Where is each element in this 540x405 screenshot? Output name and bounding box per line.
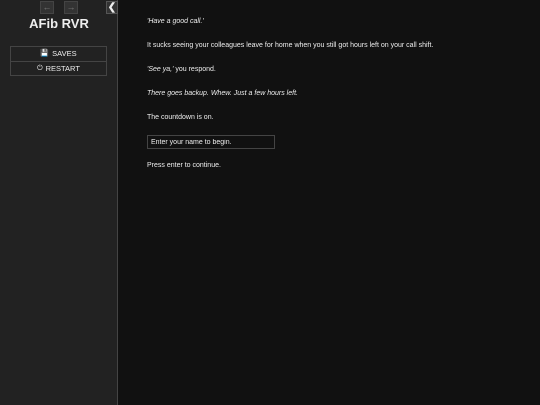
story-title: AFib RVR — [29, 16, 89, 31]
passage-respond-text: you respond. — [173, 66, 216, 73]
passage-line-farewell: 'Have a good call.' — [147, 18, 204, 25]
name-input[interactable] — [147, 135, 275, 149]
sidebar: ← → ❮ AFib RVR 💾 SAVES ⏻ RESTART — [0, 0, 118, 405]
passage-line-respond: 'See ya,' you respond. — [147, 66, 216, 73]
arrow-left-icon: ← — [42, 2, 52, 12]
restart-label: RESTART — [45, 64, 80, 73]
passage-line-colleagues: It sucks seeing your colleagues leave fo… — [147, 42, 434, 49]
chevron-left-icon: ❮ — [107, 2, 117, 13]
sidebar-toggle-button[interactable]: ❮ — [106, 1, 118, 14]
passage-line-continue: Press enter to continue. — [147, 162, 221, 169]
passage-line-countdown: The countdown is on. — [147, 114, 214, 121]
power-icon: ⏻ — [37, 65, 43, 72]
history-forward-button[interactable]: → — [64, 1, 78, 14]
saves-label: SAVES — [52, 49, 77, 58]
arrow-right-icon: → — [66, 2, 76, 12]
saves-button[interactable]: 💾 SAVES — [11, 47, 106, 61]
restart-button[interactable]: ⏻ RESTART — [11, 61, 106, 75]
history-back-button[interactable]: ← — [40, 1, 54, 14]
passage-line-backup: There goes backup. Whew. Just a few hour… — [147, 90, 298, 97]
sidebar-menu: 💾 SAVES ⏻ RESTART — [10, 46, 107, 76]
floppy-disk-icon: 💾 — [40, 50, 50, 57]
passage-quote: 'See ya,' — [147, 66, 174, 73]
